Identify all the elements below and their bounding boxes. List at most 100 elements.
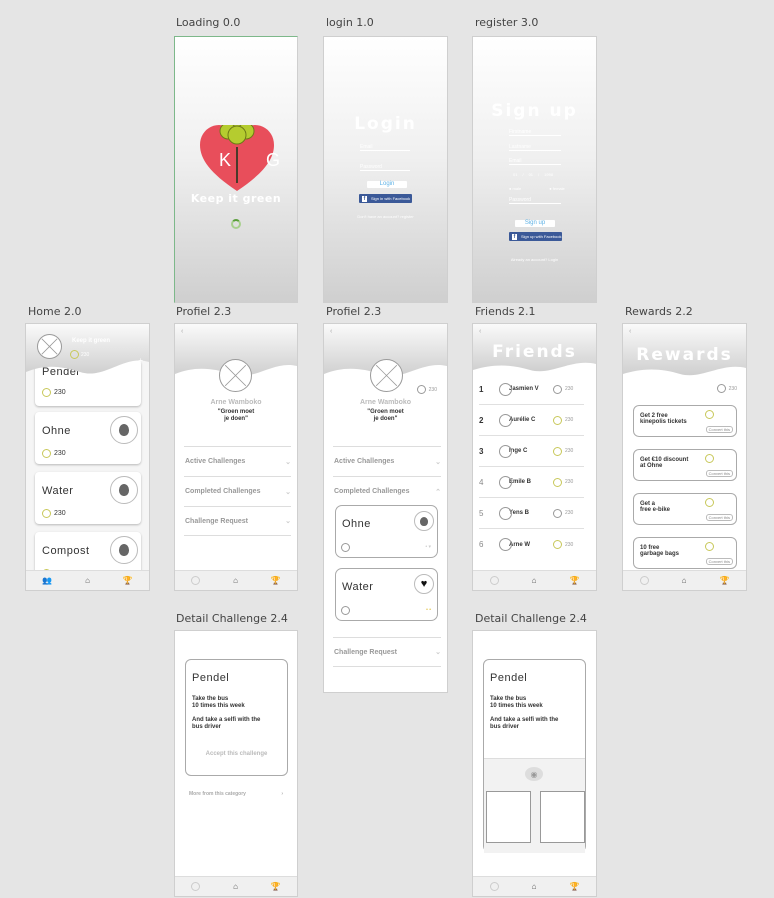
home-header-points: 230 [70,350,89,359]
challenge-request-row[interactable]: Challenge Request ⌄ [184,506,291,536]
login-link[interactable]: Already an account? Login [473,257,596,262]
login-button[interactable]: Login [367,181,407,188]
dob-year-field[interactable]: 1998 [544,172,553,177]
convert-button[interactable]: Convert this [705,558,733,565]
avatar[interactable] [219,359,252,392]
signup-button[interactable]: Sign up [515,220,555,227]
friend-row[interactable]: 1 Jasmien V 230 [479,374,584,405]
tree-icon[interactable] [414,511,434,531]
facebook-signup-button[interactable]: f Sign up with Facebook [509,232,562,241]
email-field[interactable]: Email [360,144,410,151]
friend-row[interactable]: 3 Inge C 230 [479,436,584,467]
tree-icon[interactable] [110,536,138,564]
challenge-request-row[interactable]: Challenge Request ⌄ [333,637,441,667]
rewards-title: Rewards [636,345,733,365]
profile-points: 230 [416,385,437,394]
password-field[interactable]: Password [360,164,410,171]
home-icon[interactable]: ⌂ [233,882,238,891]
coin-icon [341,606,350,615]
firstname-field[interactable]: Firstname [509,129,561,136]
friend-row[interactable]: 6 Arne W 230 [479,529,584,560]
profile-quote-line1: "Groen moet [217,409,255,415]
avatar[interactable] [370,359,403,392]
challenge-card-ohne[interactable]: Ohne 230 [35,412,141,464]
coin-icon [553,477,562,487]
artboard-friends: ‹ Friends 1 Jasmien V 230 2 Aurélie C 230 3I… [472,323,597,591]
completed-challenges-row[interactable]: Completed Challenges ⌃ [333,476,441,506]
challenge-title: Ohne [42,425,71,437]
photo-placeholder[interactable] [540,791,585,843]
accept-challenge-button[interactable]: Accept this challenge [186,751,287,757]
artboard-label-detail-b: Detail Challenge 2.4 [475,612,587,625]
people-icon[interactable] [489,882,499,891]
home-icon[interactable]: ⌂ [233,576,238,585]
back-icon[interactable]: ‹ [330,328,332,335]
tree-icon[interactable] [110,476,138,504]
challenge-detail-card: Pendel Take the bus 10 times this week An… [185,659,288,776]
home-icon[interactable]: ⌂ [85,576,90,585]
convert-button[interactable]: Convert this [705,514,733,521]
challenge-card-water[interactable]: Water 230 [35,472,141,524]
home-icon[interactable]: ⌂ [682,576,687,585]
add-icon[interactable]: + [138,356,143,365]
gender-row: ● male ● female [509,186,565,191]
challenge-extra: And take a selfi with the bus driver [192,717,261,730]
people-icon[interactable] [639,576,649,585]
password-field[interactable]: Password [509,197,561,204]
back-icon[interactable]: ‹ [479,328,481,335]
profile-quote-line2: je doen" [373,416,398,422]
home-icon[interactable]: ⌂ [532,576,537,585]
completed-card-ohne[interactable]: Ohne • ▾ [335,505,438,558]
friend-row[interactable]: 2 Aurélie C 230 [479,405,584,436]
avatar[interactable] [37,334,62,359]
completed-card-water[interactable]: Water ♥ • • [335,568,438,621]
dob-day-field[interactable]: 01 [513,172,517,177]
convert-button[interactable]: Convert this [705,426,733,433]
friend-row[interactable]: 4 Emile B 230 [479,467,584,498]
active-challenges-row[interactable]: Active Challenges ⌄ [184,446,291,476]
back-icon[interactable]: ‹ [629,328,631,335]
trophy-icon[interactable]: 🏆 [271,882,281,891]
trophy-icon[interactable]: 🏆 [570,882,580,891]
coin-icon [705,542,714,551]
more-from-category-link[interactable]: More from this category › [189,791,283,797]
artboard-profiel-b: ‹ 230 Arne Wamboko "Groen moet je doen" … [323,323,448,693]
lastname-field[interactable]: Lastname [509,144,561,151]
friends-title: Friends [492,342,577,362]
bottom-nav: ⌂ 🏆 [473,876,596,896]
facebook-signin-button[interactable]: f Sign in with Facebook [359,194,412,203]
artboard-label-rewards: Rewards 2.2 [625,305,693,318]
people-icon[interactable] [191,882,201,891]
trophy-icon[interactable]: 🏆 [570,576,580,585]
people-icon[interactable]: 👥 [42,576,52,585]
register-link[interactable]: Don't have an account? register [324,214,447,219]
gender-female-radio[interactable]: ● female [549,186,565,191]
people-icon[interactable] [489,576,499,585]
home-header-title: Keep it green [72,338,111,344]
chevron-down-icon: ⌄ [285,518,291,525]
trophy-icon[interactable]: 🏆 [123,576,133,585]
friend-row[interactable]: 5 Yens B 230 [479,498,584,529]
coin-icon [42,509,51,518]
gender-male-radio[interactable]: ● male [509,186,521,191]
people-icon[interactable] [191,576,201,585]
photo-placeholder[interactable] [486,791,531,843]
trophy-icon[interactable]: 🏆 [720,576,730,585]
coin-icon [42,449,51,458]
artboard-label-profiel-a: Profiel 2.3 [176,305,232,318]
trophy-icon[interactable]: 🏆 [271,576,281,585]
artboard-detail-a: Pendel Take the bus 10 times this week An… [174,630,298,897]
camera-icon[interactable]: ◉ [525,767,543,781]
completed-challenges-row[interactable]: Completed Challenges ⌄ [184,476,291,506]
active-challenges-row[interactable]: Active Challenges ⌄ [333,446,441,476]
dob-month-field[interactable]: 01 [529,172,533,177]
convert-button[interactable]: Convert this [705,470,733,477]
facebook-icon: f [512,233,517,240]
artboard-label-loading: Loading 0.0 [176,16,241,29]
home-icon[interactable]: ⌂ [532,882,537,891]
email-field[interactable]: Email [509,158,561,165]
tree-icon[interactable] [110,416,138,444]
logo-letters: K G [219,150,296,170]
back-icon[interactable]: ‹ [181,328,183,335]
heart-icon[interactable]: ♥ [414,574,434,594]
